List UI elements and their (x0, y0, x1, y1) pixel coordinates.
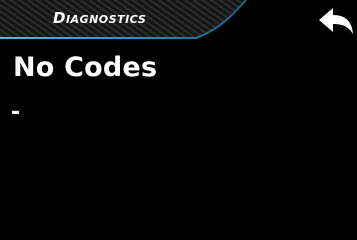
header-bar: Diagnostics (0, 0, 357, 42)
back-arrow-icon (319, 8, 353, 34)
page-title: Diagnostics (53, 9, 147, 27)
status-heading: No Codes (13, 52, 158, 83)
back-button[interactable] (317, 6, 355, 38)
status-detail: - (11, 100, 21, 125)
